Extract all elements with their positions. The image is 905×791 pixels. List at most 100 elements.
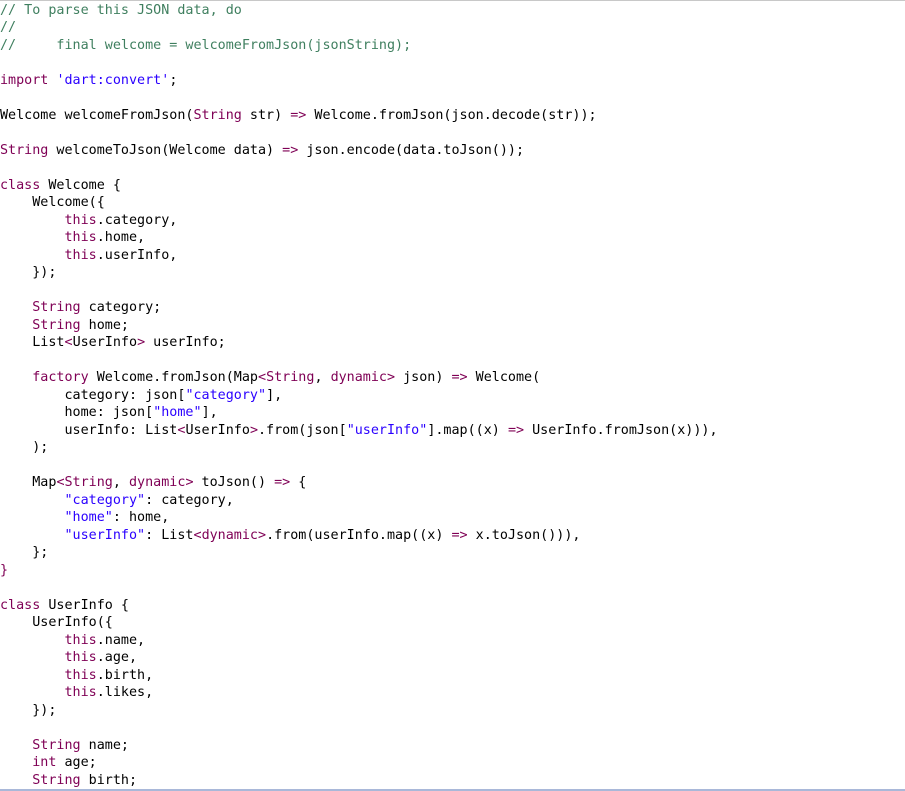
code-token: json.encode(data.toJson()); xyxy=(298,142,525,158)
code-token: "category" xyxy=(64,492,146,508)
code-token: "home" xyxy=(153,405,202,420)
code-token: dynamic xyxy=(330,370,387,385)
code-token: : category, xyxy=(145,492,234,508)
code-token: userInfo: List xyxy=(0,422,178,438)
code-token: Map xyxy=(0,475,57,490)
code-token: => xyxy=(290,107,307,123)
code-token: factory xyxy=(32,370,89,385)
code-token: ], xyxy=(201,405,218,420)
code-token: "category" xyxy=(185,387,267,403)
code-token: UserInfo({ xyxy=(0,615,113,630)
code-token: .home, xyxy=(96,230,146,245)
code-token: Welcome.fromJson(Map xyxy=(88,370,258,385)
code-token: welcomeToJson(Welcome data) xyxy=(48,142,283,158)
code-line: "userInfo": List<dynamic>.from(userInfo.… xyxy=(0,527,581,545)
code-line: "home": home, xyxy=(0,509,170,527)
code-token: this xyxy=(64,650,97,665)
code-line: String welcomeToJson(Welcome data) => js… xyxy=(0,142,524,160)
code-token: UserInfo xyxy=(185,422,250,438)
code-line: this.birth, xyxy=(0,667,154,685)
code-token: String xyxy=(0,142,49,158)
code-token: home; xyxy=(80,317,129,333)
code-token: category; xyxy=(80,300,162,315)
code-token: Welcome welcomeFromJson( xyxy=(0,107,194,123)
code-token: ; xyxy=(169,72,178,88)
code-token: .category, xyxy=(96,212,178,228)
code-line: }); xyxy=(0,702,56,720)
code-line: class UserInfo { xyxy=(0,597,129,615)
code-token: birth; xyxy=(80,772,138,788)
code-token: > xyxy=(137,335,146,350)
code-token: str) xyxy=(241,107,291,123)
code-line: String home; xyxy=(0,317,129,335)
code-line: import 'dart:convert'; xyxy=(0,72,177,90)
code-line: String category; xyxy=(0,299,161,317)
code-editor[interactable]: // To parse this JSON data, do // // final… xyxy=(0,0,905,789)
code-token: // To parse this JSON data, do xyxy=(0,2,242,18)
code-line: category: json["category"], xyxy=(0,387,282,405)
code-token: }; xyxy=(0,545,49,560)
code-token: => xyxy=(274,475,291,490)
code-line: home: json["home"], xyxy=(0,404,218,422)
code-token: Welcome.fromJson(json.decode(str)); xyxy=(306,107,597,123)
code-token: this xyxy=(64,212,97,228)
code-token: UserInfo.fromJson(x))), xyxy=(524,422,718,438)
code-token: this xyxy=(64,230,97,245)
code-token: int xyxy=(32,755,57,770)
code-token: // final welcome = welcomeFromJson(jsonS… xyxy=(0,37,412,53)
code-token: .from(json[ xyxy=(258,422,347,438)
code-token: Welcome( xyxy=(467,370,541,385)
code-line: }; xyxy=(0,544,48,562)
code-token: age; xyxy=(56,755,97,770)
code-line: // final welcome = welcomeFromJson(jsonS… xyxy=(0,37,411,55)
code-line: this.home, xyxy=(0,229,146,247)
code-line: String birth; xyxy=(0,772,137,790)
code-token: String xyxy=(64,475,113,490)
code-token: // xyxy=(0,20,17,35)
code-token: , xyxy=(314,370,331,385)
code-token: toJson() xyxy=(193,475,275,490)
code-line: Welcome welcomeFromJson(String str) => W… xyxy=(0,107,597,125)
code-token: class xyxy=(0,177,41,193)
code-line: UserInfo({ xyxy=(0,614,113,632)
code-token: name; xyxy=(80,737,129,753)
code-token: => xyxy=(282,142,299,158)
code-token: Welcome { xyxy=(40,177,121,193)
code-token: dynamic xyxy=(129,475,186,490)
code-token: dynamic xyxy=(201,527,258,543)
code-token: ].map((x) xyxy=(427,422,508,438)
code-token: this xyxy=(64,632,97,648)
code-token: String xyxy=(193,107,242,123)
code-line: Welcome({ xyxy=(0,194,105,212)
code-token: } xyxy=(0,562,9,578)
code-token: .age, xyxy=(96,650,138,665)
code-token: < xyxy=(193,527,202,543)
code-token: String xyxy=(32,772,81,788)
code-line: factory Welcome.fromJson(Map<String, dyn… xyxy=(0,369,540,387)
code-token: String xyxy=(266,370,315,385)
code-token: "userInfo" xyxy=(64,527,146,543)
code-token: > xyxy=(249,422,258,438)
code-token: < xyxy=(64,335,73,350)
code-token: : List xyxy=(145,527,194,543)
code-token: , xyxy=(112,475,129,490)
code-token: : home, xyxy=(112,510,170,525)
code-token: > xyxy=(387,370,396,385)
code-token: this xyxy=(64,667,97,683)
code-token: category: json[ xyxy=(0,387,186,403)
code-token: Welcome({ xyxy=(0,195,105,210)
code-token: UserInfo xyxy=(72,335,138,350)
code-token: "userInfo" xyxy=(346,422,428,438)
code-token: x.toJson())), xyxy=(467,527,581,543)
code-line: "category": category, xyxy=(0,492,234,510)
code-token: }); xyxy=(0,265,57,280)
